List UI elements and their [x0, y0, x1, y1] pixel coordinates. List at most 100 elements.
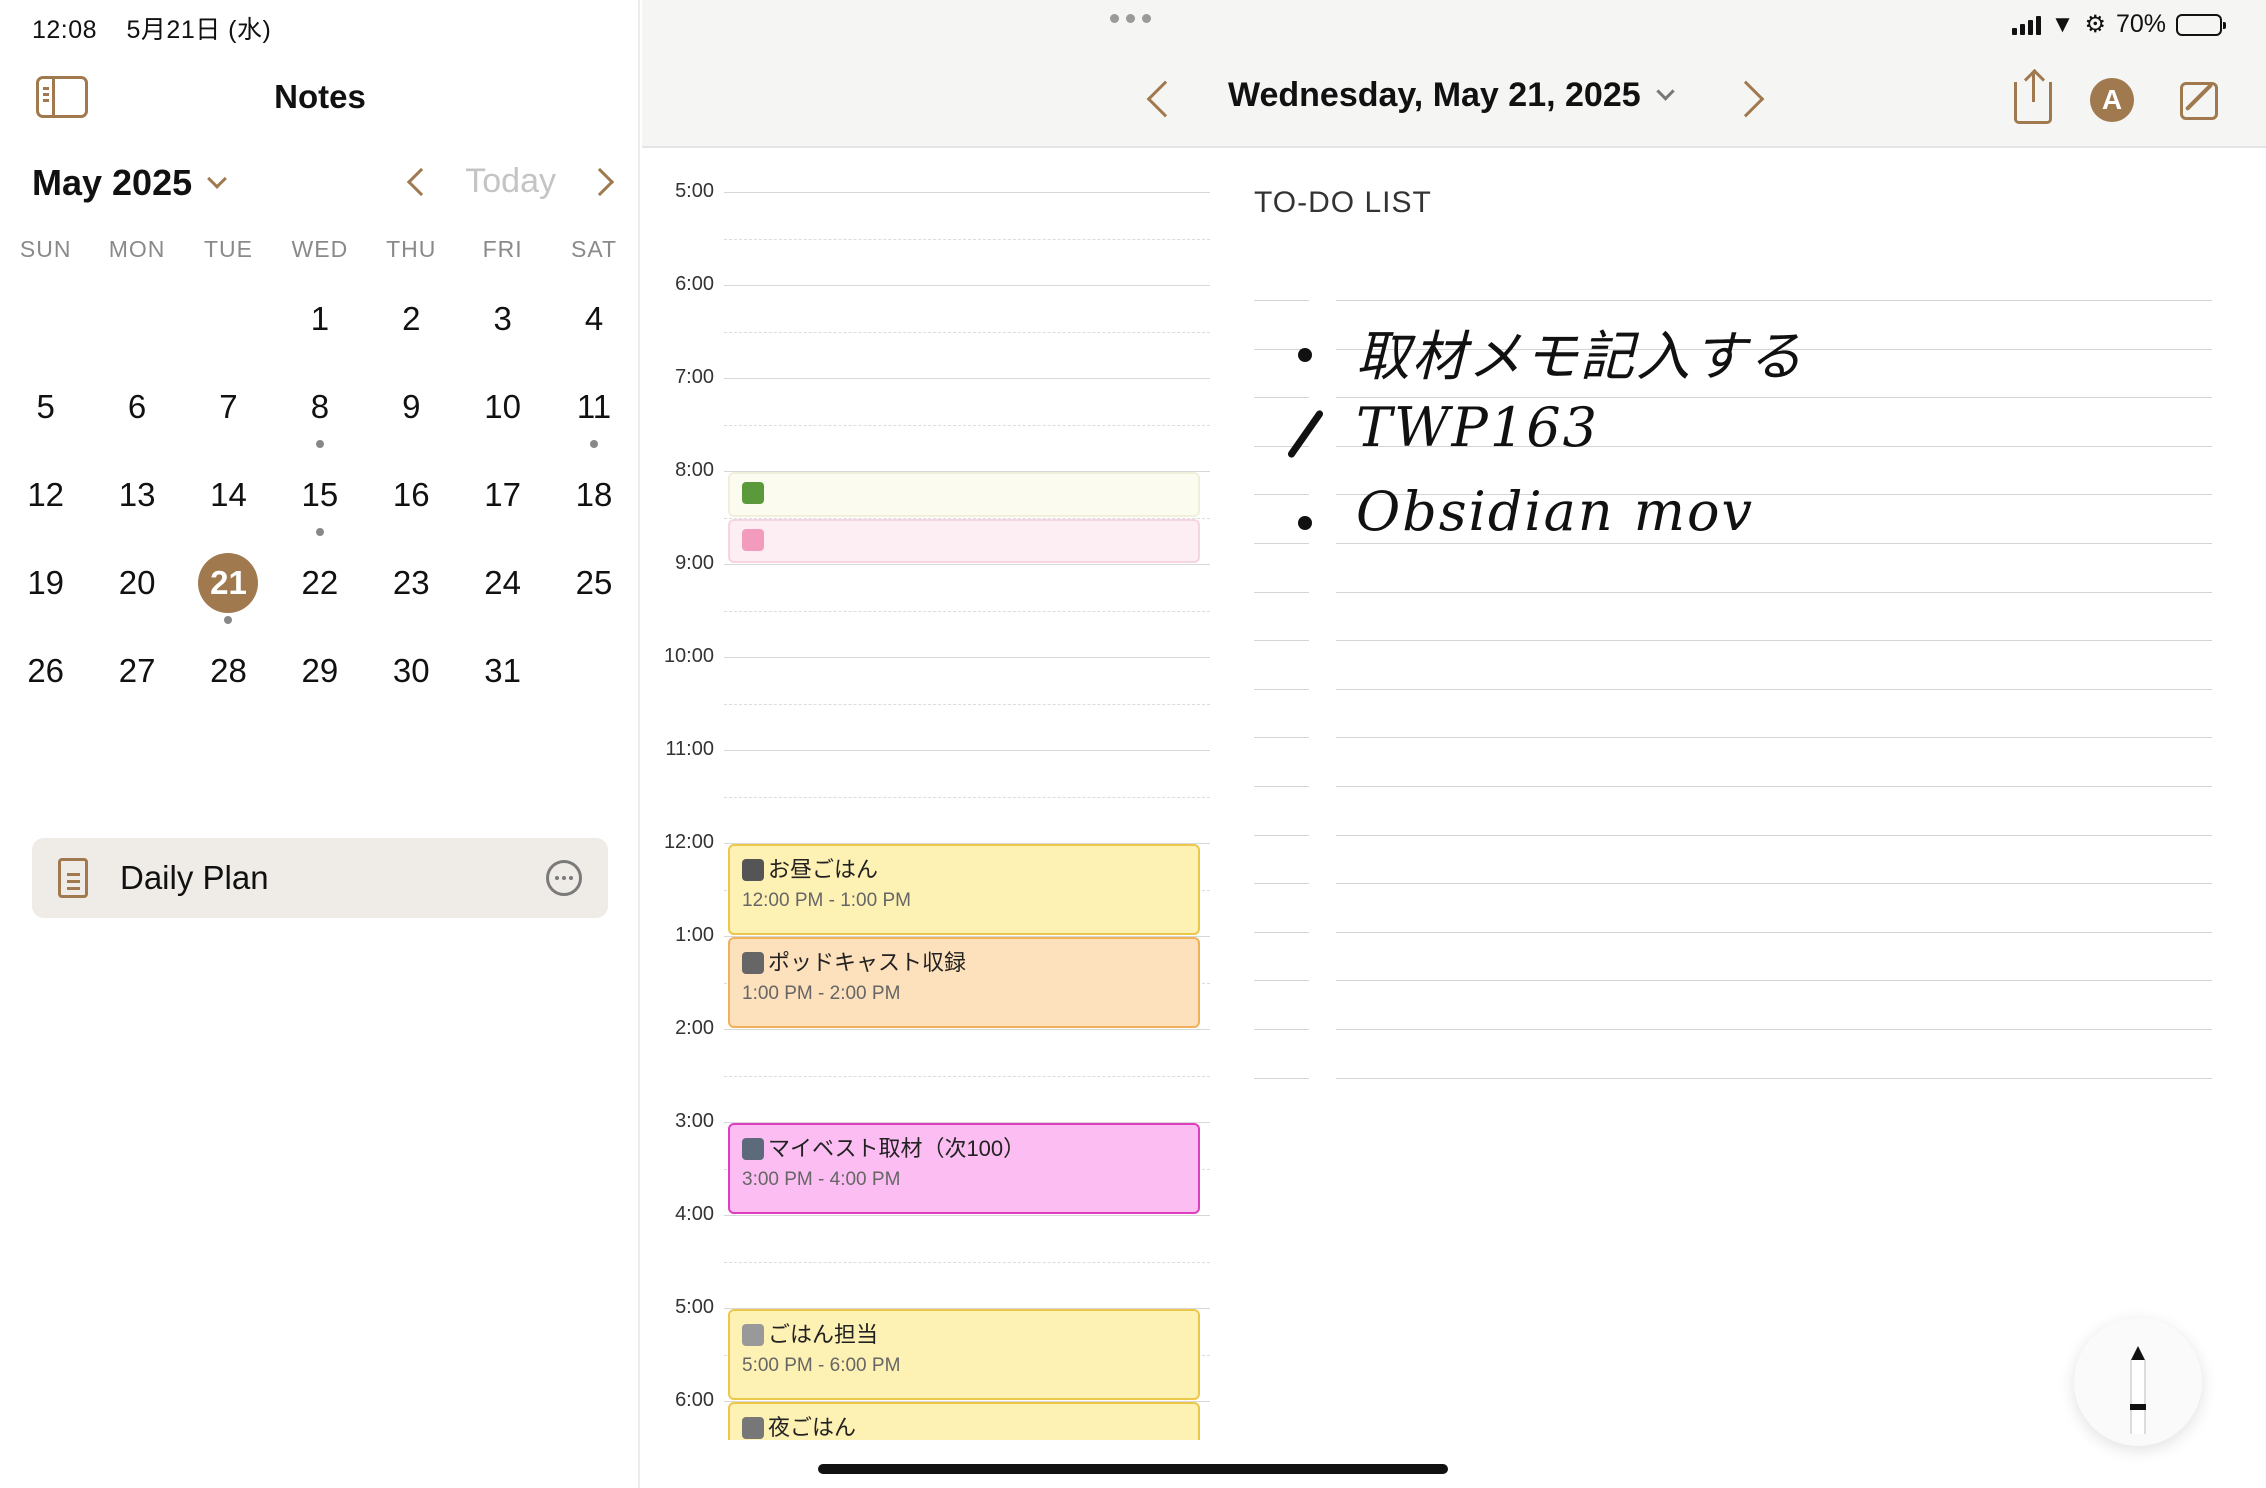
calendar-day[interactable]: 19: [0, 540, 91, 628]
more-options-icon[interactable]: [546, 860, 582, 896]
pen-icon: [2130, 1360, 2146, 1434]
cellular-signal-icon: [2011, 15, 2041, 35]
calendar-day[interactable]: 11: [548, 364, 639, 452]
calendar-day[interactable]: 2: [366, 276, 457, 364]
todo-title: TO-DO LIST: [1254, 186, 1432, 219]
multitasking-dots-icon[interactable]: [1110, 14, 1151, 23]
hour-gridline: [724, 378, 1210, 379]
prev-day-chevron-icon[interactable]: [1146, 80, 1184, 118]
event-title-text: 夜ごはん: [768, 1415, 857, 1440]
wifi-icon: ▼: [2050, 10, 2075, 38]
calendar-day[interactable]: 3: [457, 276, 548, 364]
calendar-day-number: 21: [198, 553, 259, 613]
ruled-margin-line: [1254, 980, 1309, 982]
ruled-line: [1336, 591, 2212, 593]
calendar-day[interactable]: 30: [366, 628, 457, 716]
handwritten-todo[interactable]: TWP163: [1356, 396, 1599, 459]
event-emoji-icon: [742, 859, 764, 881]
compose-icon[interactable]: [2180, 82, 2218, 120]
ruled-margin-line: [1254, 834, 1309, 836]
pencil-palette-button[interactable]: [2074, 1318, 2202, 1446]
hour-gridline: [724, 1215, 1210, 1216]
calendar-day[interactable]: 10: [457, 364, 548, 452]
calendar-day-number: 16: [392, 476, 430, 513]
calendar-day[interactable]: 1: [274, 276, 365, 364]
note-item-daily-plan[interactable]: Daily Plan: [32, 838, 608, 918]
calendar-day[interactable]: 13: [91, 452, 182, 540]
calendar-day[interactable]: 17: [457, 452, 548, 540]
calendar-day-number: 27: [118, 652, 156, 689]
hour-label: 5:00: [675, 180, 714, 202]
calendar-day[interactable]: 22: [274, 540, 365, 628]
calendar-empty-cell: [548, 628, 639, 716]
ruled-margin-line: [1254, 397, 1309, 399]
calendar-event[interactable]: ポッドキャスト収録 1:00 PM - 2:00 PM: [728, 937, 1200, 1028]
calendar-day[interactable]: 18: [548, 452, 639, 540]
handwritten-bullet: [1298, 348, 1312, 362]
day-timeline[interactable]: 5:00 6:00 7:00 8:00 9:00 10:00 11:00 12:00 1:00 2…: [642, 150, 1222, 1440]
calendar-day[interactable]: 23: [366, 540, 457, 628]
next-day-chevron-icon[interactable]: [1727, 80, 1765, 118]
calendar-day[interactable]: 29: [274, 628, 365, 716]
calendar-event[interactable]: [728, 472, 1200, 517]
date-picker[interactable]: Wednesday, May 21, 2025: [1228, 76, 1675, 115]
sidebar-title: Notes: [274, 78, 366, 115]
ruled-margin-line: [1254, 688, 1309, 690]
calendar-day[interactable]: 12: [0, 452, 91, 540]
weekday-header: SUN MON TUE WED THU FRI SAT: [0, 236, 640, 276]
prev-month-chevron-icon[interactable]: [407, 167, 436, 196]
calendar-day-number: 9: [402, 388, 421, 425]
calendar-event[interactable]: [728, 518, 1200, 563]
event-title: 夜ごはん: [742, 1410, 1186, 1440]
calendar-day[interactable]: 21: [183, 540, 274, 628]
calendar-day-number: 13: [118, 476, 156, 513]
calendar-day[interactable]: 4: [548, 276, 639, 364]
calendar-event[interactable]: マイベスト取材（次100） 3:00 PM - 4:00 PM: [728, 1123, 1200, 1214]
event-indicator-dot: [224, 616, 233, 624]
handwritten-todo[interactable]: 取材メモ記入する: [1356, 312, 1804, 391]
calendar-day[interactable]: 9: [366, 364, 457, 452]
calendar-day[interactable]: 6: [91, 364, 182, 452]
event-time: 3:00 PM - 4:00 PM: [742, 1169, 901, 1190]
calendar-day-number: 30: [392, 652, 430, 689]
calendar-day[interactable]: 25: [548, 540, 639, 628]
weekday-label: MON: [108, 236, 166, 262]
calendar-day[interactable]: 31: [457, 628, 548, 716]
ruled-margin-line: [1254, 494, 1309, 496]
sidebar: 12:08 5月21日 (水) Notes May 2025 Today SUN…: [0, 0, 640, 1488]
calendar-day[interactable]: 14: [183, 452, 274, 540]
calendar-day[interactable]: 5: [0, 364, 91, 452]
month-picker[interactable]: May 2025: [32, 162, 228, 204]
calendar-day-number: 26: [27, 652, 65, 689]
calendar-day[interactable]: 24: [457, 540, 548, 628]
half-hour-gridline: [724, 331, 1210, 333]
calendar-day[interactable]: 8: [274, 364, 365, 452]
calendar-day[interactable]: 15: [274, 452, 365, 540]
hour-label: 6:00: [675, 1389, 714, 1411]
calendar-day[interactable]: 7: [183, 364, 274, 452]
weekday-label: SUN: [19, 236, 72, 262]
share-icon[interactable]: [2014, 72, 2052, 124]
calendar-event[interactable]: ごはん担当 5:00 PM - 6:00 PM: [728, 1309, 1200, 1400]
calendar-day[interactable]: 27: [91, 628, 182, 716]
handwritten-todo[interactable]: Obsidian mov: [1356, 480, 1754, 543]
pencil-tool-icon[interactable]: A: [2090, 78, 2134, 122]
hour-label: 11:00: [665, 738, 714, 760]
calendar-day[interactable]: 28: [183, 628, 274, 716]
event-indicator-dot: [315, 440, 324, 448]
calendar-day[interactable]: 20: [91, 540, 182, 628]
pen-band: [2130, 1404, 2146, 1410]
today-button[interactable]: Today: [465, 162, 556, 201]
calendar-week: 26 27 28 29 30 31: [0, 628, 640, 716]
status-bar-left: 12:08 5月21日 (水): [32, 10, 293, 46]
calendar-day[interactable]: 16: [366, 452, 457, 540]
calendar-event[interactable]: お昼ごはん 12:00 PM - 1:00 PM: [728, 844, 1200, 935]
event-title-text: お昼ごはん: [768, 857, 879, 882]
next-month-chevron-icon[interactable]: [585, 167, 615, 196]
ruled-margin-line: [1254, 1077, 1309, 1079]
home-indicator[interactable]: [818, 1464, 1448, 1474]
calendar-event[interactable]: 夜ごはん: [728, 1402, 1200, 1440]
calendar-day[interactable]: 26: [0, 628, 91, 716]
event-emoji-icon: [742, 1138, 764, 1160]
event-title: [742, 527, 1186, 553]
